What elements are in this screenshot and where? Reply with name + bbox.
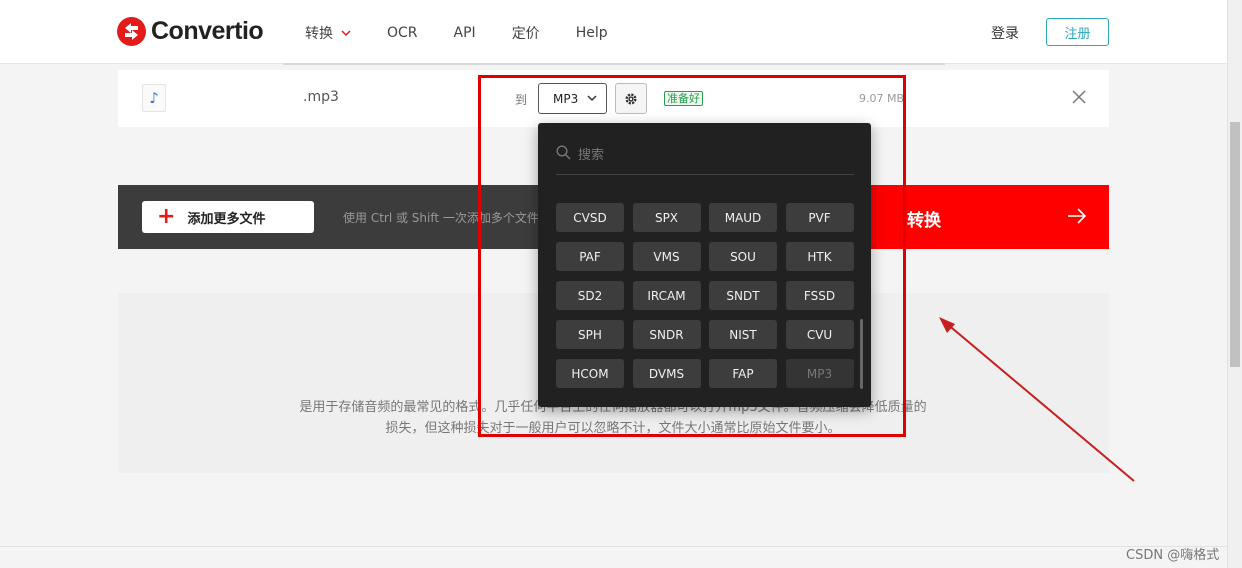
format-option-spx[interactable]: SPX — [632, 203, 701, 232]
watermark: CSDN @嗨格式 — [1126, 548, 1220, 563]
format-option-cvu[interactable]: CVU — [785, 320, 854, 349]
login-link[interactable]: 登录 — [991, 23, 1019, 43]
convert-label: 转换 — [907, 211, 941, 231]
chevron-down-icon — [587, 95, 597, 102]
format-search-input[interactable] — [578, 145, 838, 165]
nav-pricing-label: 定价 — [511, 26, 540, 42]
format-option-mp3: MP3 — [785, 359, 854, 388]
multi-select-hint: 使用 Ctrl 或 Shift 一次添加多个文件 — [343, 211, 539, 225]
music-note-icon: ♪ — [142, 84, 166, 112]
to-label: 到 — [515, 93, 528, 107]
format-option-dvms[interactable]: DVMS — [632, 359, 701, 388]
page-scrollbar[interactable] — [1227, 0, 1242, 568]
add-more-files-button[interactable]: + 添加更多文件 — [142, 201, 314, 233]
nav-ocr[interactable]: OCR — [387, 23, 418, 43]
format-option-ircam[interactable]: IRCAM — [632, 281, 701, 310]
file-name: .mp3 — [303, 89, 339, 105]
format-option-vms[interactable]: VMS — [632, 242, 701, 271]
nav-help[interactable]: Help — [576, 23, 608, 43]
format-search — [556, 139, 854, 175]
nav-convert-label: 转换 — [305, 26, 333, 42]
logo-icon — [117, 17, 146, 46]
selected-format: MP3 — [553, 91, 579, 106]
format-option-pvf[interactable]: PVF — [785, 203, 854, 232]
status-badge: 准备好 — [664, 91, 703, 106]
close-icon[interactable] — [1072, 90, 1086, 104]
convertio-logo[interactable]: Convertio — [117, 17, 264, 46]
main-nav: 转换 OCR API 定价 Help — [305, 23, 644, 43]
logo-text: Convertio — [151, 17, 264, 45]
format-grid: CVSD SPX MAUD PVF PAF VMS SOU HTK SD2 IRCAM SNDT FS… — [556, 203, 854, 388]
nav-convert[interactable]: 转换 — [305, 23, 351, 43]
file-size: 9.07 MB — [859, 92, 905, 105]
format-option-cvsd[interactable]: CVSD — [556, 203, 624, 232]
gear-icon — [625, 92, 637, 105]
format-option-paf[interactable]: PAF — [556, 242, 624, 271]
nav-api[interactable]: API — [454, 23, 476, 43]
format-option-fssd[interactable]: FSSD — [785, 281, 854, 310]
nav-pricing[interactable]: 定价 — [512, 23, 540, 43]
format-option-fap[interactable]: FAP — [709, 359, 777, 388]
format-option-sndr[interactable]: SNDR — [632, 320, 701, 349]
format-option-nist[interactable]: NIST — [709, 320, 777, 349]
nav-help-label: Help — [575, 25, 608, 41]
format-option-sndt[interactable]: SNDT — [709, 281, 777, 310]
divider — [0, 546, 1227, 547]
nav-api-label: API — [453, 25, 476, 41]
nav-ocr-label: OCR — [387, 25, 418, 41]
format-option-sd2[interactable]: SD2 — [556, 281, 624, 310]
plus-icon: + — [157, 204, 176, 229]
search-icon — [556, 145, 571, 160]
dropdown-scrollbar[interactable] — [860, 319, 863, 389]
divider — [283, 63, 945, 65]
format-option-maud[interactable]: MAUD — [709, 203, 777, 232]
arrow-right-icon — [1068, 208, 1087, 224]
add-more-label: 添加更多文件 — [187, 211, 266, 227]
scrollbar-thumb[interactable] — [1230, 122, 1240, 367]
format-dropdown: CVSD SPX MAUD PVF PAF VMS SOU HTK SD2 IRCAM SNDT FS… — [538, 123, 871, 407]
output-format-select[interactable]: MP3 — [538, 83, 607, 114]
file-row: ♪ .mp3 到 MP3 准备好 9.07 MB — [118, 70, 1109, 127]
format-option-sph[interactable]: SPH — [556, 320, 624, 349]
signup-button[interactable]: 注册 — [1046, 18, 1109, 46]
format-option-htk[interactable]: HTK — [785, 242, 854, 271]
convert-button[interactable]: 转换 — [853, 185, 1109, 249]
format-option-hcom[interactable]: HCOM — [556, 359, 624, 388]
format-option-sou[interactable]: SOU — [709, 242, 777, 271]
chevron-down-icon — [341, 29, 351, 36]
settings-button[interactable] — [615, 83, 647, 114]
top-header: Convertio 转换 OCR API 定价 Help 登录 注册 — [0, 0, 1227, 64]
